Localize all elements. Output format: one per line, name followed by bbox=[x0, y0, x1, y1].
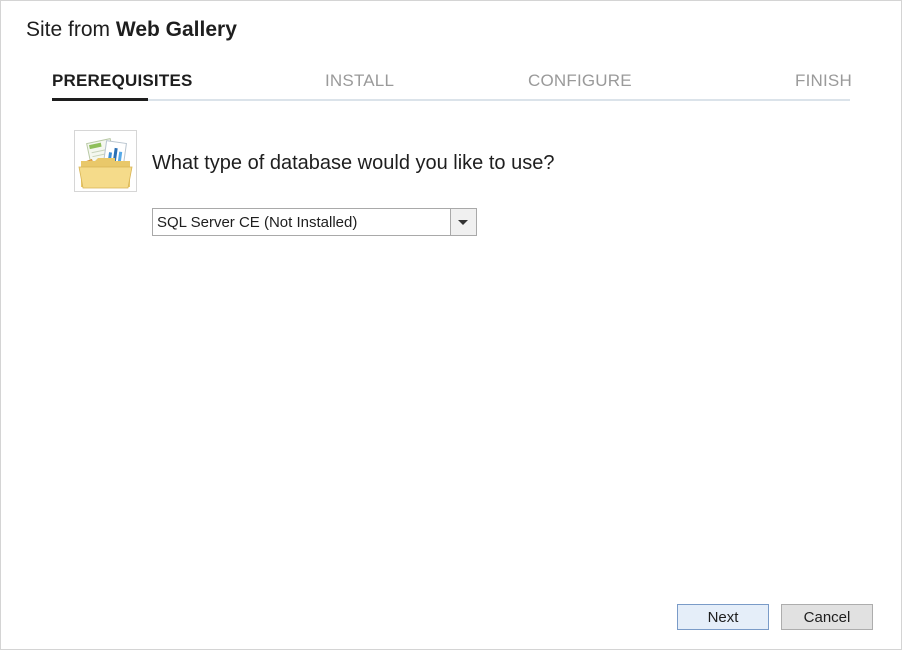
next-button[interactable]: Next bbox=[677, 604, 769, 630]
steps-divider bbox=[52, 99, 850, 101]
title-prefix: Site from bbox=[26, 18, 111, 41]
database-type-select[interactable]: SQL Server CE (Not Installed) bbox=[152, 208, 477, 236]
dialog-window: Site from Web Gallery PREREQUISITES INST… bbox=[0, 0, 902, 650]
title-bold: Web Gallery bbox=[115, 18, 237, 41]
step-install: INSTALL bbox=[325, 71, 395, 90]
cancel-button[interactable]: Cancel bbox=[781, 604, 873, 630]
database-type-value: SQL Server CE (Not Installed) bbox=[157, 214, 358, 231]
database-folder-icon bbox=[74, 130, 137, 192]
step-configure: CONFIGURE bbox=[528, 71, 632, 90]
dialog-title: Site from Web Gallery bbox=[26, 17, 237, 43]
database-question: What type of database would you like to … bbox=[152, 152, 555, 174]
chevron-down-icon[interactable] bbox=[450, 209, 476, 235]
active-step-indicator bbox=[52, 98, 148, 101]
wizard-steps: PREREQUISITES INSTALL CONFIGURE FINISH bbox=[52, 69, 852, 101]
step-finish: FINISH bbox=[795, 71, 852, 90]
step-prerequisites: PREREQUISITES bbox=[52, 71, 193, 90]
